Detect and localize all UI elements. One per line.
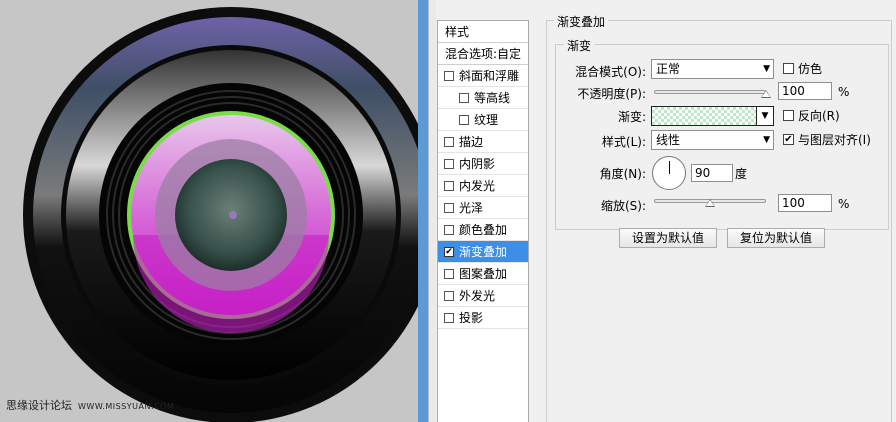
style-list-item-label: 纹理 — [474, 113, 499, 127]
blend-mode-label: 混合模式(O): — [575, 65, 646, 79]
angle-value: 90 — [695, 166, 711, 180]
style-list-item-label: 内阴影 — [459, 157, 496, 171]
style-list-header[interactable]: 样式 — [438, 21, 528, 43]
watermark: 思缘设计论坛 WWW.MISSYUAN.COM — [6, 397, 174, 413]
scale-input[interactable]: 100 — [778, 194, 832, 212]
align-with-layer-label: 与图层对齐(I) — [798, 133, 871, 147]
dither-box — [783, 63, 794, 74]
style-list-item[interactable]: 等高线 — [438, 87, 528, 109]
style-checkbox[interactable] — [444, 137, 454, 147]
chevron-down-icon: ▼ — [763, 135, 770, 145]
reverse-label: 反向(R) — [798, 109, 840, 123]
gradient-style-value: 线性 — [656, 133, 681, 147]
align-box: ✔ — [783, 134, 794, 145]
section-title: 渐变叠加 — [554, 13, 609, 30]
gradient-label: 渐变: — [617, 110, 646, 124]
gradient-style-select[interactable]: 线性 ▼ — [651, 130, 774, 150]
opacity-slider[interactable] — [654, 90, 766, 94]
style-list-item[interactable]: 内发光 — [438, 175, 528, 197]
style-checkbox[interactable] — [444, 313, 454, 323]
reset-default-button[interactable]: 复位为默认值 — [727, 228, 825, 248]
angle-needle — [669, 161, 670, 174]
canvas-area[interactable]: 思缘设计论坛 WWW.MISSYUAN.COM — [0, 0, 418, 422]
set-default-button[interactable]: 设置为默认值 — [619, 228, 717, 248]
scale-value: 100 — [782, 196, 805, 210]
layer-style-dialog: 样式 混合选项:自定 斜面和浮雕等高线纹理描边内阴影内发光光泽颜色叠加 ✔ 渐变叠加… — [436, 0, 896, 422]
angle-unit: 度 — [735, 167, 748, 181]
scale-slider-thumb[interactable] — [705, 199, 715, 207]
style-list-item[interactable]: 描边 — [438, 131, 528, 153]
style-list-item-label: 内发光 — [459, 179, 496, 193]
style-list-item-label: 图案叠加 — [459, 267, 508, 281]
style-checkbox[interactable] — [444, 225, 454, 235]
style-list-item-label: 外发光 — [459, 289, 496, 303]
style-list-item[interactable]: 图案叠加 — [438, 263, 528, 285]
style-list-item[interactable]: 纹理 — [438, 109, 528, 131]
style-list-item-label: 光泽 — [459, 201, 484, 215]
blend-options-label: 混合选项:自定 — [445, 47, 522, 61]
gradient-picker[interactable] — [651, 106, 757, 126]
style-list: 样式 混合选项:自定 斜面和浮雕等高线纹理描边内阴影内发光光泽颜色叠加 ✔ 渐变叠加… — [437, 20, 529, 422]
chevron-down-icon: ▼ — [761, 111, 769, 121]
style-checkbox[interactable] — [444, 159, 454, 169]
gradient-dropdown-button[interactable]: ▼ — [756, 106, 774, 126]
group-title: 渐变 — [564, 37, 595, 54]
style-list-item-label: 描边 — [459, 135, 484, 149]
style-list-item[interactable]: 内阴影 — [438, 153, 528, 175]
style-list-item-label: 颜色叠加 — [459, 223, 508, 237]
angle-label: 角度(N): — [599, 167, 646, 181]
style-checkbox[interactable] — [444, 71, 454, 81]
blend-mode-value: 正常 — [656, 62, 681, 76]
style-list-item[interactable]: 斜面和浮雕 — [438, 65, 528, 87]
style-list-item[interactable]: ✔ 渐变叠加 — [438, 241, 528, 263]
scale-label: 缩放(S): — [600, 199, 646, 213]
reverse-box — [783, 110, 794, 121]
style-list-item-label: 渐变叠加 — [459, 245, 508, 259]
dither-label: 仿色 — [798, 62, 823, 76]
window-separator — [418, 0, 428, 422]
opacity-value: 100 — [782, 84, 805, 98]
angle-dial[interactable] — [652, 156, 686, 190]
style-checkbox[interactable] — [444, 291, 454, 301]
style-checkbox[interactable] — [459, 93, 469, 103]
watermark-site: 思缘设计论坛 — [6, 399, 72, 412]
style-checkbox[interactable] — [459, 115, 469, 125]
style-list-item[interactable]: 投影 — [438, 307, 528, 329]
style-list-header-label: 样式 — [445, 25, 470, 39]
chevron-down-icon: ▼ — [763, 64, 770, 74]
style-list-item[interactable]: 外发光 — [438, 285, 528, 307]
opacity-label: 不透明度(P): — [577, 87, 646, 101]
scale-unit: % — [838, 197, 850, 211]
style-list-item[interactable]: 光泽 — [438, 197, 528, 219]
watermark-url: WWW.MISSYUAN.COM — [78, 402, 175, 411]
style-label: 样式(L): — [601, 135, 646, 149]
dialog-left-edge — [428, 0, 436, 422]
style-list-item[interactable]: 颜色叠加 — [438, 219, 528, 241]
blend-options-item[interactable]: 混合选项:自定 — [438, 43, 528, 65]
style-list-item-label: 斜面和浮雕 — [459, 69, 520, 83]
opacity-slider-thumb[interactable] — [761, 90, 771, 98]
style-list-item-label: 等高线 — [474, 91, 511, 105]
opacity-unit: % — [838, 85, 850, 99]
style-checkbox[interactable] — [444, 181, 454, 191]
blend-mode-select[interactable]: 正常 ▼ — [651, 59, 774, 79]
style-checkbox[interactable] — [444, 269, 454, 279]
style-list-item-label: 投影 — [459, 311, 484, 325]
style-checkbox[interactable] — [444, 203, 454, 213]
style-checkbox[interactable]: ✔ — [444, 247, 454, 257]
angle-input[interactable]: 90 — [691, 164, 733, 182]
opacity-input[interactable]: 100 — [778, 82, 832, 100]
camera-lens-artwork — [23, 7, 418, 422]
